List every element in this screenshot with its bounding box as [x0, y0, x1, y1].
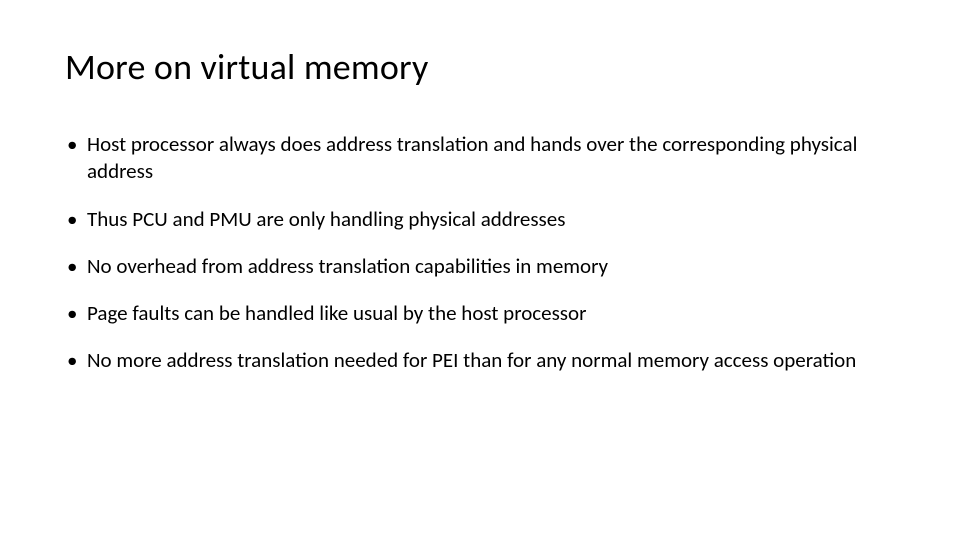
list-item: Thus PCU and PMU are only handling physi… — [65, 206, 895, 233]
bullet-list: Host processor always does address trans… — [65, 131, 895, 375]
list-item: Host processor always does address trans… — [65, 131, 895, 186]
list-item: No more address translation needed for P… — [65, 347, 895, 374]
slide-title: More on virtual memory — [65, 45, 895, 89]
list-item: No overhead from address translation cap… — [65, 253, 895, 280]
list-item: Page faults can be handled like usual by… — [65, 300, 895, 327]
